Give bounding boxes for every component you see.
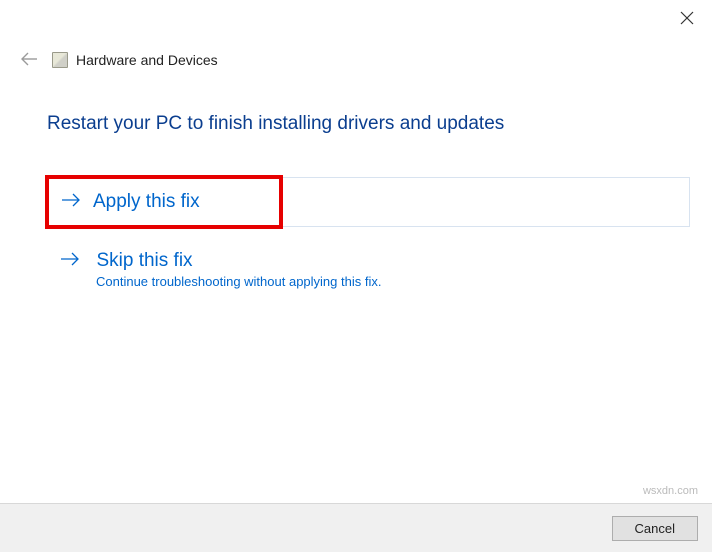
header-title: Hardware and Devices: [76, 52, 218, 68]
close-button[interactable]: [680, 10, 694, 28]
skip-fix-option[interactable]: Skip this fix Continue troubleshooting w…: [47, 250, 690, 289]
page-heading: Restart your PC to finish installing dri…: [47, 113, 504, 135]
skip-fix-subtitle: Continue troubleshooting without applyin…: [96, 274, 690, 289]
apply-fix-option[interactable]: Apply this fix: [47, 177, 690, 227]
footer: Cancel: [0, 503, 712, 552]
close-icon: [680, 11, 694, 25]
arrow-right-icon: [60, 250, 80, 272]
troubleshooter-icon: [52, 52, 68, 68]
cancel-button[interactable]: Cancel: [612, 516, 698, 541]
apply-fix-label: Apply this fix: [93, 191, 200, 213]
arrow-right-icon: [61, 191, 81, 213]
watermark: wsxdn.com: [643, 485, 698, 497]
skip-fix-label: Skip this fix: [96, 250, 192, 271]
back-arrow-icon[interactable]: [20, 51, 38, 69]
header: Hardware and Devices: [20, 51, 218, 69]
